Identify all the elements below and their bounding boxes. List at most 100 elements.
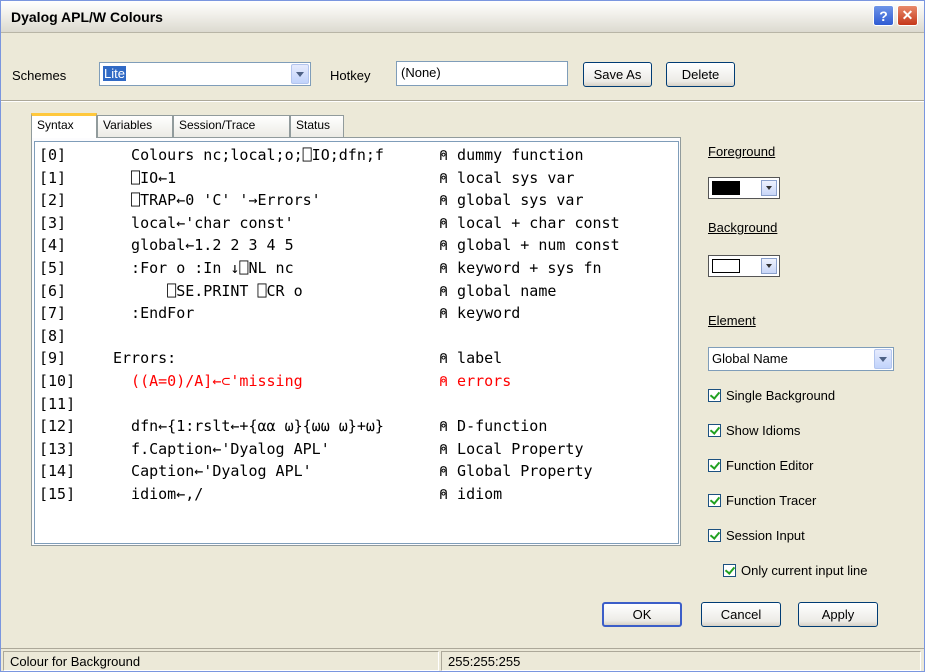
background-label: Background: [708, 220, 778, 235]
code-text: local←'char const': [113, 213, 294, 232]
close-button[interactable]: ✕: [897, 5, 918, 26]
divider: [1, 100, 924, 102]
chevron-down-icon[interactable]: [291, 64, 309, 84]
delete-button[interactable]: Delete: [666, 62, 735, 87]
checkbox-label: Session Input: [726, 527, 805, 543]
tab-variables[interactable]: Variables: [97, 115, 173, 137]
line-number: [8]: [39, 326, 67, 345]
element-value: Global Name: [712, 351, 788, 366]
save-as-button[interactable]: Save As: [583, 62, 652, 87]
colours-dialog: Dyalog APL/W Colours ? ✕ Schemes Lite Ho…: [0, 0, 925, 672]
code-comment: ⍝ keyword: [439, 304, 521, 323]
line-number: [6]: [39, 281, 67, 300]
foreground-colour-picker[interactable]: [708, 177, 780, 199]
element-label: Element: [708, 313, 756, 328]
chevron-down-icon[interactable]: [874, 349, 892, 369]
code-comment: ⍝ Global Property: [439, 462, 593, 481]
code-line[interactable]: [3] local←'char const' ⍝ local + char con…: [35, 212, 678, 234]
code-text: :For o :In ↓⎕NL nc: [113, 259, 294, 277]
line-number: [9]: [39, 349, 67, 368]
checkbox-checked-icon[interactable]: [708, 458, 721, 472]
code-line[interactable]: [6] ⎕SE.PRINT ⎕CR o ⍝ global name: [35, 280, 678, 302]
code-preview[interactable]: [0] Colours nc;local;o;⎕IO;dfn;f ⍝ dummy …: [34, 141, 679, 544]
checkbox-label: Show Idioms: [726, 422, 801, 438]
tab-session-trace[interactable]: Session/Trace: [173, 115, 290, 137]
only-current-input-line-checkbox[interactable]: Only current input line: [723, 561, 867, 579]
code-line[interactable]: [2] ⎕TRAP←0 'C' '→Errors' ⍝ global sys va…: [35, 189, 678, 211]
chevron-down-icon[interactable]: [761, 180, 777, 196]
code-line[interactable]: [0] Colours nc;local;o;⎕IO;dfn;f ⍝ dummy …: [35, 144, 678, 166]
status-message: Colour for Background: [3, 651, 439, 671]
checkbox-checked-icon[interactable]: [708, 388, 721, 402]
show-idioms-checkbox[interactable]: Show Idioms: [708, 421, 800, 439]
line-number: [4]: [39, 236, 67, 255]
code-line[interactable]: [7] :EndFor ⍝ keyword: [35, 302, 678, 324]
code-comment: ⍝ dummy function: [439, 146, 584, 164]
code-text: Colours nc;local;o;⎕IO;dfn;f: [113, 146, 384, 164]
cancel-button[interactable]: Cancel: [701, 602, 781, 627]
line-number: [12]: [39, 417, 76, 436]
status-bar: Colour for Background 255:255:255: [1, 648, 924, 672]
code-text: :EndFor: [113, 304, 195, 323]
code-text: ⎕SE.PRINT ⎕CR o: [113, 281, 303, 300]
apply-button[interactable]: Apply: [798, 602, 878, 627]
code-text: Caption←'Dyalog APL': [113, 462, 312, 481]
code-line[interactable]: [10] ((A=0)/A]←⊂'missing ⍝ errors: [35, 370, 678, 392]
checkbox-label: Function Tracer: [726, 492, 817, 508]
ok-button[interactable]: OK: [602, 602, 682, 627]
tab-status[interactable]: Status: [290, 115, 344, 137]
code-comment: ⍝ keyword + sys fn: [439, 259, 602, 277]
chevron-down-icon[interactable]: [761, 258, 777, 274]
help-button[interactable]: ?: [873, 5, 894, 26]
code-text: ⎕IO←1: [113, 168, 177, 187]
code-line[interactable]: [9] Errors: ⍝ label: [35, 347, 678, 369]
checkbox-checked-icon[interactable]: [708, 423, 721, 437]
code-comment: ⍝ D-function: [439, 417, 548, 436]
hotkey-field[interactable]: (None): [396, 61, 568, 86]
code-text: ((A=0)/A]←⊂'missing: [113, 372, 303, 390]
checkbox-checked-icon[interactable]: [708, 528, 721, 542]
code-line[interactable]: [11]: [35, 393, 678, 415]
code-text: Errors:: [113, 349, 177, 368]
schemes-value: Lite: [103, 66, 126, 81]
schemes-dropdown[interactable]: Lite: [99, 62, 311, 86]
checkbox-checked-icon[interactable]: [723, 563, 736, 577]
foreground-label: Foreground: [708, 144, 776, 159]
code-line[interactable]: [12] dfn←{1:rslt←+{⍺⍺ ⍵}{⍵⍵ ⍵}+⍵} ⍝ D-fun…: [35, 415, 678, 437]
element-dropdown[interactable]: Global Name: [708, 347, 894, 371]
code-comment: ⍝ local sys var: [439, 168, 575, 187]
tab-syntax[interactable]: Syntax: [31, 113, 97, 138]
window-title: Dyalog APL/W Colours: [11, 9, 163, 25]
line-number: [1]: [39, 168, 67, 187]
code-comment: ⍝ errors: [439, 372, 512, 390]
foreground-swatch: [712, 181, 740, 195]
code-line[interactable]: [13] f.Caption←'Dyalog APL' ⍝ Local Prope…: [35, 438, 678, 460]
background-swatch: [712, 259, 740, 273]
code-line[interactable]: [8]: [35, 325, 678, 347]
line-number: [0]: [39, 146, 67, 164]
code-comment: ⍝ global sys var: [439, 191, 584, 210]
checkbox-label: Only current input line: [741, 562, 868, 578]
code-comment: ⍝ idiom: [439, 485, 503, 503]
code-line[interactable]: [5] :For o :In ↓⎕NL nc ⍝ keyword + sys fn: [35, 257, 678, 279]
line-number: [13]: [39, 439, 76, 458]
code-line[interactable]: [4] global←1.2 2 3 4 5 ⍝ global + num con…: [35, 234, 678, 256]
code-comment: ⍝ global name: [439, 281, 557, 300]
line-number: [15]: [39, 485, 76, 503]
code-line[interactable]: [14] Caption←'Dyalog APL' ⍝ Global Proper…: [35, 460, 678, 482]
code-text: global←1.2 2 3 4 5: [113, 236, 294, 255]
line-number: [11]: [39, 394, 76, 413]
code-line[interactable]: [15] idiom←,/ ⍝ idiom: [35, 483, 678, 505]
function-editor-checkbox[interactable]: Function Editor: [708, 456, 813, 474]
code-comment: ⍝ Local Property: [439, 439, 584, 458]
checkbox-checked-icon[interactable]: [708, 493, 721, 507]
code-line[interactable]: [1] ⎕IO←1 ⍝ local sys var: [35, 167, 678, 189]
session-input-checkbox[interactable]: Session Input: [708, 526, 805, 544]
line-number: [2]: [39, 191, 67, 210]
function-tracer-checkbox[interactable]: Function Tracer: [708, 491, 816, 509]
background-colour-picker[interactable]: [708, 255, 780, 277]
title-bar: Dyalog APL/W Colours ? ✕: [1, 1, 924, 33]
checkbox-label: Function Editor: [726, 457, 814, 473]
single-background-checkbox[interactable]: Single Background: [708, 386, 835, 404]
code-comment: ⍝ local + char const: [439, 213, 620, 232]
